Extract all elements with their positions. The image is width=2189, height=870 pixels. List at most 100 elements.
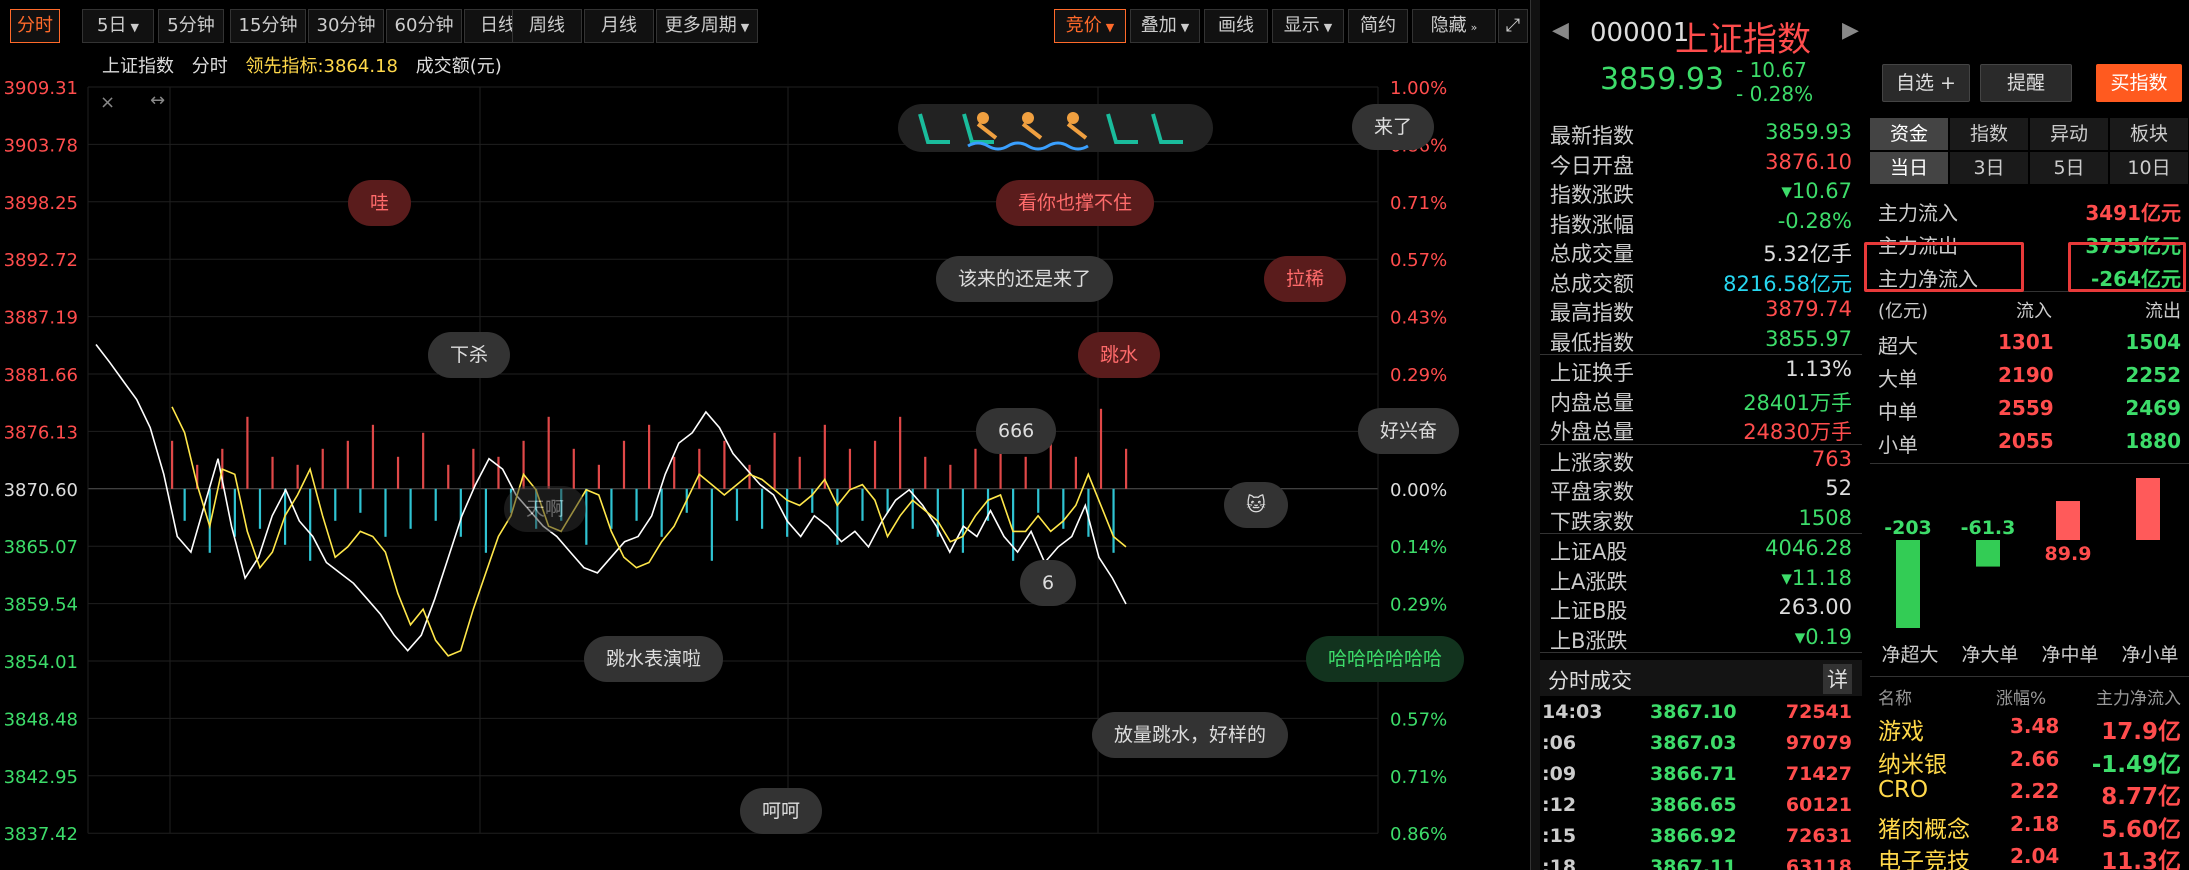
net-flow-bar — [1976, 540, 2000, 567]
danmaku-bubble: 来了 — [1352, 104, 1435, 150]
volume-bar — [811, 488, 814, 513]
y-tick-label: 3903.78 — [4, 135, 78, 156]
flow-tab[interactable]: 板块 — [2110, 118, 2189, 150]
index-change: - 10.67 - 0.28% — [1736, 58, 1813, 106]
sector-chg-header[interactable]: 涨幅% — [1996, 684, 2046, 709]
volume-bar — [497, 456, 500, 489]
order-size-row: 超大 1301 1504 — [1870, 325, 2189, 358]
sector-row[interactable]: CRO 2.22 8.77亿 — [1870, 775, 2189, 810]
tick-detail-button[interactable]: 详 — [1823, 664, 1852, 694]
quote-label: 最高指数 — [1550, 301, 1634, 325]
volume-bar — [1012, 488, 1015, 561]
period-tab-monthly[interactable]: 月线 — [584, 9, 654, 43]
index-name: 上证指数 — [1675, 20, 1811, 60]
display-dropdown[interactable]: 显示 ▼ — [1272, 9, 1344, 43]
quote-label: 总成交额 — [1550, 271, 1634, 296]
highlight-box — [1864, 242, 2024, 292]
volume-bar — [447, 464, 450, 489]
net-bar-label: 净超大 — [1881, 644, 1939, 666]
y-pct-tick-label: 0.71% — [1390, 193, 1447, 214]
flow-tabs: 资金 指数 异动 板块 — [1870, 118, 2189, 150]
volume-bar — [961, 488, 965, 553]
tick-volume: 97079 — [1785, 732, 1852, 754]
volume-bar — [660, 488, 663, 537]
quote-row: 上B涨跌 ▾0.19 — [1540, 623, 1862, 653]
quote-label: 上涨家数 — [1550, 450, 1634, 475]
draw-line-button[interactable]: 画线 — [1204, 9, 1268, 43]
sector-row[interactable]: 游戏 3.48 17.9亿 — [1870, 710, 2189, 745]
danmaku-bubble: 跳水表演啦 — [584, 636, 724, 682]
period-tab-60min[interactable]: 60分钟 — [386, 9, 462, 43]
panel-divider[interactable] — [1530, 0, 1540, 870]
net-flow-bar-chart: -203-61.389.9174 — [1870, 478, 2189, 648]
flow-period-tab[interactable]: 3日 — [1950, 152, 2029, 184]
resize-icon[interactable]: ↔ — [150, 90, 165, 111]
y-pct-tick-label: 0.57% — [1390, 250, 1447, 271]
period-tab-5min[interactable]: 5分钟 — [158, 9, 224, 43]
quote-value: 263.00 — [1778, 595, 1852, 619]
volume-bar — [296, 464, 299, 489]
tick-price: 3867.10 — [1650, 701, 1737, 723]
prev-arrow-icon[interactable]: ◀ — [1552, 18, 1569, 43]
alert-button[interactable]: 提醒 — [1980, 64, 2072, 102]
buy-index-button[interactable]: 买指数 — [2096, 64, 2182, 102]
flow-tab[interactable]: 指数 — [1950, 118, 2029, 150]
sector-row[interactable]: 猪肉概念 2.18 5.60亿 — [1870, 808, 2189, 843]
double-chevron-right-icon: » — [1470, 21, 1478, 34]
volume-bar — [1125, 448, 1128, 489]
next-arrow-icon[interactable]: ▶ — [1842, 18, 1859, 43]
danmaku-bubble: 该来的还是来了 — [936, 256, 1114, 302]
volume-bar — [346, 440, 349, 489]
caret-down-icon: ▼ — [130, 21, 139, 34]
volume-bar — [748, 464, 751, 489]
main-inflow-value: 3491亿元 — [2085, 201, 2181, 225]
fullscreen-icon[interactable]: ⤢ — [1498, 9, 1528, 43]
period-tab-15min[interactable]: 15分钟 — [230, 9, 306, 43]
flow-period-tab[interactable]: 当日 — [1870, 152, 1949, 184]
quote-value: 52 — [1825, 476, 1852, 500]
volume-bar — [359, 488, 362, 513]
quote-row: 最高指数 3879.74 — [1540, 295, 1862, 325]
sector-row[interactable]: 纳米银 2.66 -1.49亿 — [1870, 743, 2189, 778]
y-pct-tick-label: 1.00% — [1390, 80, 1447, 99]
quote-value: 5.32亿手 — [1763, 242, 1852, 266]
simple-mode-button[interactable]: 简约 — [1348, 9, 1408, 43]
flow-tab[interactable]: 异动 — [2030, 118, 2109, 150]
quote-value: 3879.74 — [1765, 297, 1852, 321]
y-pct-tick-label: 0.00% — [1390, 480, 1447, 501]
sector-flow-header[interactable]: 主力净流入 — [2096, 684, 2181, 709]
period-tab-intraday[interactable]: 分时 — [10, 9, 60, 43]
flow-tab[interactable]: 资金 — [1870, 118, 1949, 150]
period-tab-5day[interactable]: 5日 ▼ — [82, 9, 154, 43]
volume-bar — [1024, 456, 1027, 489]
quote-label: 最低指数 — [1550, 330, 1634, 355]
hide-button[interactable]: 隐藏» — [1412, 9, 1496, 43]
sector-row[interactable]: 电子竞技 2.04 11.3亿 — [1870, 840, 2189, 870]
volume-bar — [233, 488, 236, 537]
quote-value: 4046.28 — [1765, 536, 1852, 560]
overlay-dropdown[interactable]: 叠加 ▼ — [1130, 9, 1200, 43]
tick-volume: 60121 — [1785, 794, 1852, 816]
more-periods-dropdown[interactable]: 更多周期 ▼ — [656, 9, 758, 43]
emoji-strip[interactable] — [898, 104, 1213, 152]
quote-value: ▾10.67 — [1781, 179, 1852, 203]
intraday-chart[interactable]: 3909.31 1.00% 3903.78 0.86% 3898.25 0.71% 3892… — [0, 80, 1530, 870]
close-icon[interactable]: × — [100, 92, 115, 113]
volume-bar — [698, 448, 701, 489]
flow-period-tab[interactable]: 10日 — [2110, 152, 2189, 184]
main-inflow-row: 主力流入 3491亿元 — [1870, 192, 2189, 225]
flow-period-tab[interactable]: 5日 — [2030, 152, 2109, 184]
volume-bar — [258, 488, 262, 529]
period-tab-30min[interactable]: 30分钟 — [308, 9, 384, 43]
watchlist-button[interactable]: 自选 + — [1882, 64, 1970, 102]
auction-dropdown[interactable]: 竞价 ▼ — [1054, 9, 1126, 43]
index-price: 3859.93 — [1600, 62, 1725, 97]
sector-netflow: -1.49亿 — [2091, 751, 2181, 778]
caret-down-icon: ▼ — [1105, 21, 1115, 34]
y-tick-label: 3887.19 — [4, 308, 78, 329]
quote-row: 最低指数 3855.97 — [1540, 325, 1862, 355]
quote-row: 指数涨幅 -0.28% — [1540, 207, 1862, 237]
quote-value: 28401万手 — [1743, 390, 1852, 415]
period-tab-weekly[interactable]: 周线 — [512, 9, 582, 43]
danmaku-avatar: 🐱 — [1224, 482, 1288, 528]
